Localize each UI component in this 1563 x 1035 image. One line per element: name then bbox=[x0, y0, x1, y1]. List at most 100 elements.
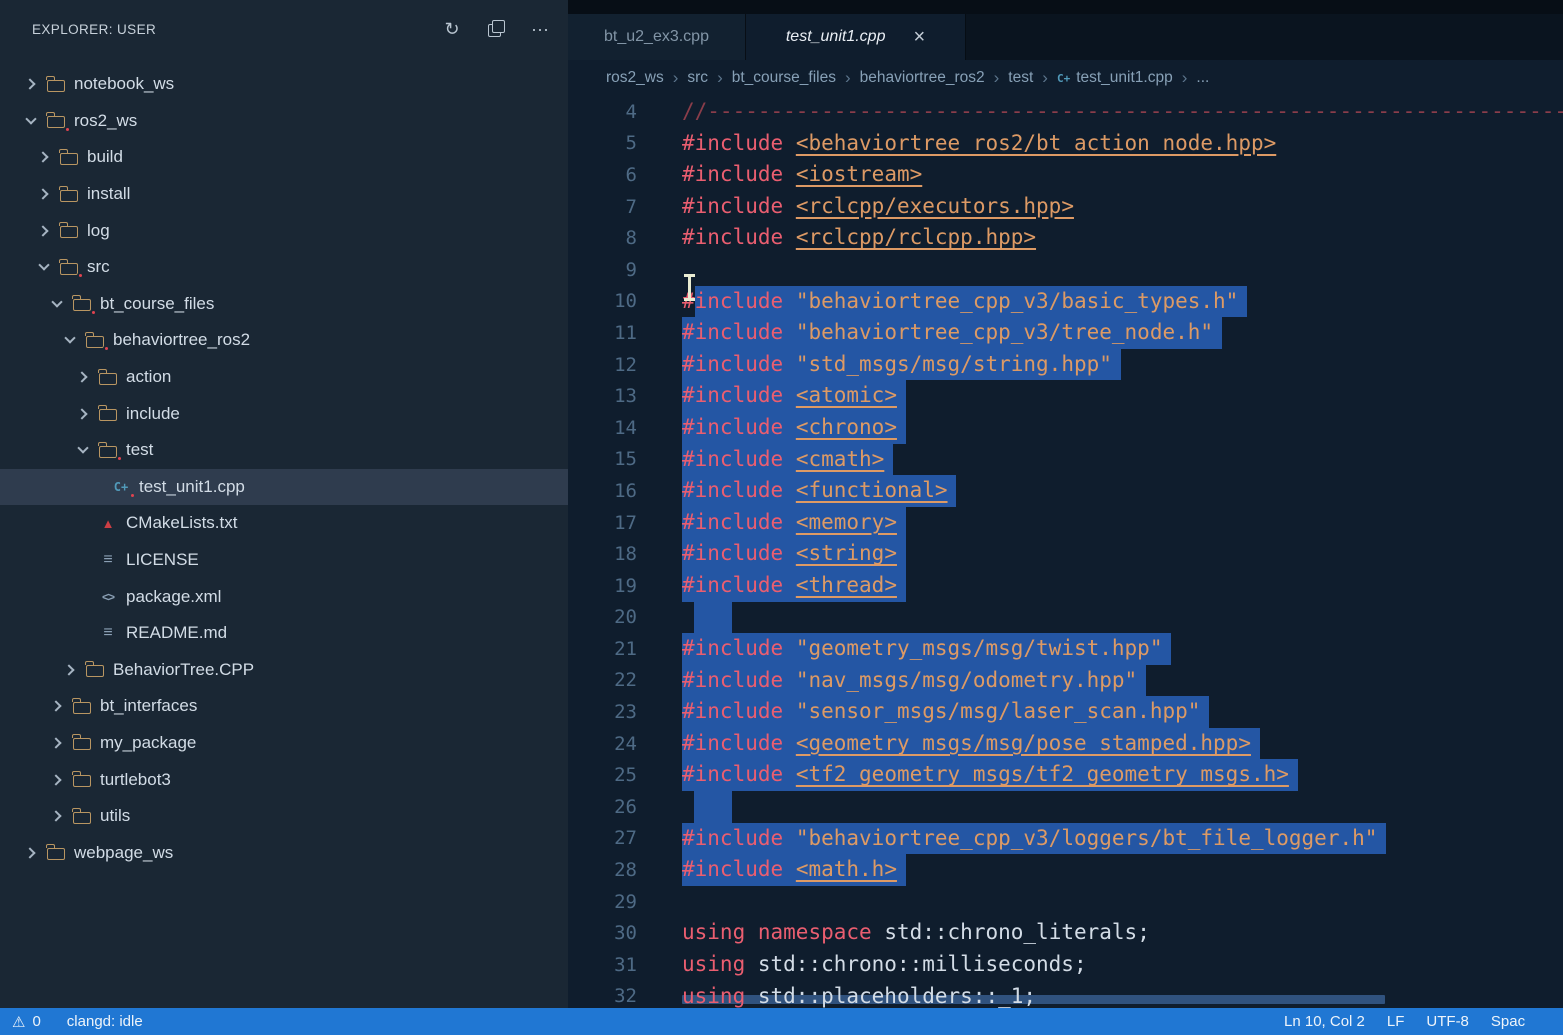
chevron-right-icon[interactable] bbox=[24, 847, 35, 858]
chevron-down-icon[interactable] bbox=[64, 333, 75, 344]
tree-item-label: ros2_ws bbox=[74, 111, 137, 131]
chevron-right-icon[interactable] bbox=[37, 188, 48, 199]
code-line-19[interactable]: 19#include <thread> bbox=[568, 570, 1563, 602]
tree-item-bt_interfaces[interactable]: bt_interfaces bbox=[0, 688, 568, 725]
tree-item-README.md[interactable]: ≡README.md bbox=[0, 615, 568, 652]
chevron-down-icon[interactable] bbox=[38, 260, 49, 271]
code-line-4[interactable]: 4//-------------------------------------… bbox=[568, 96, 1563, 128]
tree-item-src[interactable]: src bbox=[0, 249, 568, 286]
tree-item-test[interactable]: test bbox=[0, 432, 568, 469]
code-line-14[interactable]: 14#include <chrono> bbox=[568, 412, 1563, 444]
code-line-18[interactable]: 18#include <string> bbox=[568, 538, 1563, 570]
code-line-22[interactable]: 22#include "nav_msgs/msg/odometry.hpp" bbox=[568, 665, 1563, 697]
chevron-right-icon[interactable] bbox=[37, 225, 48, 236]
tree-item-log[interactable]: log bbox=[0, 212, 568, 249]
split-editor-icon[interactable] bbox=[486, 19, 506, 39]
code-token: ; bbox=[1137, 920, 1150, 944]
code-line-29[interactable]: 29 bbox=[568, 886, 1563, 918]
folder-shape bbox=[73, 775, 91, 787]
tree-item-include[interactable]: include bbox=[0, 395, 568, 432]
status-warnings[interactable]: ⚠0 bbox=[12, 1013, 41, 1031]
tree-item-install[interactable]: install bbox=[0, 176, 568, 213]
code-line-13[interactable]: 13#include <atomic> bbox=[568, 380, 1563, 412]
breadcrumb-item-bt_course_files[interactable]: bt_course_files bbox=[732, 69, 836, 87]
code-line-16[interactable]: 16#include <functional> bbox=[568, 475, 1563, 507]
tree-item-LICENSE[interactable]: ≡LICENSE bbox=[0, 542, 568, 579]
tree-item-CMakeLists.txt[interactable]: ▲CMakeLists.txt bbox=[0, 505, 568, 542]
close-icon[interactable]: × bbox=[913, 27, 925, 47]
code-line-12[interactable]: 12#include "std_msgs/msg/string.hpp" bbox=[568, 349, 1563, 381]
chevron-right-icon[interactable] bbox=[50, 774, 61, 785]
chevron-right-icon[interactable] bbox=[50, 811, 61, 822]
chevron-box bbox=[61, 331, 79, 349]
code-line-25[interactable]: 25#include <tf2_geometry_msgs/tf2_geomet… bbox=[568, 759, 1563, 791]
chevron-box bbox=[22, 844, 40, 862]
code-line-10[interactable]: 10#include "behaviortree_cpp_v3/basic_ty… bbox=[568, 286, 1563, 318]
more-actions-icon[interactable]: ··· bbox=[530, 19, 550, 39]
tab-test_unit1.cpp[interactable]: test_unit1.cpp× bbox=[746, 14, 966, 60]
chevron-right-icon[interactable] bbox=[76, 371, 87, 382]
chevron-right-icon[interactable] bbox=[50, 737, 61, 748]
breadcrumb-separator-icon: › bbox=[717, 68, 723, 88]
code-line-20[interactable]: 20 bbox=[568, 602, 1563, 634]
code-line-5[interactable]: 5#include <behaviortree_ros2/bt_action_n… bbox=[568, 128, 1563, 160]
status-bar: ⚠0 clangd: idle Ln 10, Col 2 LF UTF-8 Spac bbox=[0, 1008, 1563, 1035]
chevron-right-icon[interactable] bbox=[50, 701, 61, 712]
code-line-11[interactable]: 11#include "behaviortree_cpp_v3/tree_nod… bbox=[568, 317, 1563, 349]
status-encoding[interactable]: UTF-8 bbox=[1426, 1013, 1469, 1030]
status-eol[interactable]: LF bbox=[1387, 1013, 1405, 1030]
tree-item-my_package[interactable]: my_package bbox=[0, 725, 568, 762]
status-indentation[interactable]: Spac bbox=[1491, 1013, 1525, 1030]
tree-item-action[interactable]: action bbox=[0, 359, 568, 396]
tab-bt_u2_ex3.cpp[interactable]: bt_u2_ex3.cpp bbox=[568, 14, 746, 60]
code-line-9[interactable]: 9 bbox=[568, 254, 1563, 286]
tree-item-behaviortree_ros2[interactable]: behaviortree_ros2 bbox=[0, 322, 568, 359]
chevron-down-icon[interactable] bbox=[77, 443, 88, 454]
code-line-21[interactable]: 21#include "geometry_msgs/msg/twist.hpp" bbox=[568, 633, 1563, 665]
tree-item-build[interactable]: build bbox=[0, 139, 568, 176]
breadcrumb-item-...[interactable]: ... bbox=[1196, 69, 1209, 87]
chevron-right-icon[interactable] bbox=[37, 152, 48, 163]
code-token: #include bbox=[682, 383, 783, 407]
breadcrumb-item-ros2_ws[interactable]: ros2_ws bbox=[606, 69, 664, 87]
tree-item-webpage_ws[interactable]: webpage_ws bbox=[0, 834, 568, 871]
breadcrumb-item-test[interactable]: test bbox=[1008, 69, 1033, 87]
tree-item-turtlebot3[interactable]: turtlebot3 bbox=[0, 761, 568, 798]
code-line-24[interactable]: 24#include <geometry_msgs/msg/pose_stamp… bbox=[568, 728, 1563, 760]
chevron-right-icon[interactable] bbox=[76, 408, 87, 419]
code-token: std::placeholders::_1 bbox=[758, 984, 1024, 1008]
code-line-8[interactable]: 8#include <rclcpp/rclcpp.hpp> bbox=[568, 222, 1563, 254]
chevron-right-icon[interactable] bbox=[63, 664, 74, 675]
code-line-23[interactable]: 23#include "sensor_msgs/msg/laser_scan.h… bbox=[568, 696, 1563, 728]
code-line-7[interactable]: 7#include <rclcpp/executors.hpp> bbox=[568, 191, 1563, 223]
line-content: #include <math.h> bbox=[682, 854, 1563, 886]
tree-item-test_unit1.cpp[interactable]: C+test_unit1.cpp bbox=[0, 469, 568, 506]
doc-file-icon: ≡ bbox=[98, 625, 118, 641]
tree-item-utils[interactable]: utils bbox=[0, 798, 568, 835]
tree-item-label: log bbox=[87, 221, 110, 241]
status-clangd-status[interactable]: clangd: idle bbox=[67, 1013, 143, 1030]
tree-item-package.xml[interactable]: <>package.xml bbox=[0, 578, 568, 615]
tree-item-bt_course_files[interactable]: bt_course_files bbox=[0, 286, 568, 323]
code-line-26[interactable]: 26 bbox=[568, 791, 1563, 823]
status-cursor-position[interactable]: Ln 10, Col 2 bbox=[1284, 1013, 1365, 1030]
breadcrumb-item-src[interactable]: src bbox=[687, 69, 708, 87]
refresh-icon[interactable]: ↻ bbox=[442, 19, 462, 39]
tree-item-BehaviorTree.CPP[interactable]: BehaviorTree.CPP bbox=[0, 652, 568, 689]
chevron-down-icon[interactable] bbox=[51, 296, 62, 307]
code-line-30[interactable]: 30using namespace std::chrono_literals; bbox=[568, 917, 1563, 949]
code-line-28[interactable]: 28#include <math.h> bbox=[568, 854, 1563, 886]
code-line-15[interactable]: 15#include <cmath> bbox=[568, 444, 1563, 476]
folder-icon bbox=[72, 808, 92, 824]
chevron-down-icon[interactable] bbox=[25, 113, 36, 124]
tree-item-notebook_ws[interactable]: notebook_ws bbox=[0, 66, 568, 103]
code-token: std::chrono::milliseconds bbox=[758, 952, 1074, 976]
code-line-6[interactable]: 6#include <iostream> bbox=[568, 159, 1563, 191]
code-line-31[interactable]: 31using std::chrono::milliseconds; bbox=[568, 949, 1563, 981]
code-line-17[interactable]: 17#include <memory> bbox=[568, 507, 1563, 539]
chevron-right-icon[interactable] bbox=[24, 79, 35, 90]
breadcrumb-item-behaviortree_ros2[interactable]: behaviortree_ros2 bbox=[860, 69, 985, 87]
tree-item-ros2_ws[interactable]: ros2_ws bbox=[0, 103, 568, 140]
code-line-27[interactable]: 27#include "behaviortree_cpp_v3/loggers/… bbox=[568, 823, 1563, 855]
breadcrumb-item-test_unit1.cpp[interactable]: C+test_unit1.cpp bbox=[1057, 69, 1173, 87]
